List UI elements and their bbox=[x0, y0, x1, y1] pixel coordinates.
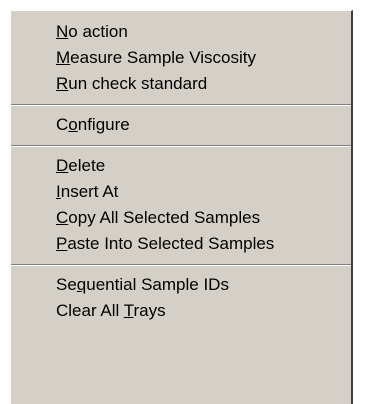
menu-item-mnemonic: P bbox=[56, 234, 68, 253]
menu-item-mnemonic: C bbox=[56, 208, 69, 227]
menu-item-mnemonic: R bbox=[56, 74, 69, 93]
menu-item-text: nsert At bbox=[60, 182, 119, 201]
menu-item-no-action[interactable]: No action bbox=[11, 19, 351, 45]
menu-item-text: opy All Selected Samples bbox=[68, 208, 261, 227]
menu-item-sequential-sample-ids[interactable]: Sequential Sample IDs bbox=[11, 272, 351, 298]
menu-item-text: rays bbox=[133, 301, 166, 320]
menu-item-mnemonic: q bbox=[76, 275, 87, 294]
menu-item-paste-into-selected-samples[interactable]: Paste Into Selected Samples bbox=[11, 231, 351, 257]
context-menu: No action Measure Sample Viscosity Run c… bbox=[10, 10, 353, 404]
menu-item-measure-sample-viscosity[interactable]: Measure Sample Viscosity bbox=[11, 45, 351, 71]
menu-item-text: nfigure bbox=[77, 115, 130, 134]
menu-item-text: easure Sample Viscosity bbox=[70, 48, 257, 67]
menu-group-configure: Configure bbox=[11, 111, 351, 139]
menu-item-delete[interactable]: Delete bbox=[11, 153, 351, 179]
menu-group-trays: Sequential Sample IDs Clear All Trays bbox=[11, 271, 351, 325]
menu-item-mnemonic: o bbox=[68, 115, 78, 134]
menu-item-mnemonic: N bbox=[56, 22, 69, 41]
menu-item-mnemonic: D bbox=[56, 156, 69, 175]
menu-separator bbox=[11, 104, 351, 106]
menu-item-text: C bbox=[56, 115, 69, 134]
menu-item-run-check-standard[interactable]: Run check standard bbox=[11, 71, 351, 97]
menu-item-copy-all-selected-samples[interactable]: Copy All Selected Samples bbox=[11, 205, 351, 231]
menu-item-text: Se bbox=[56, 275, 77, 294]
menu-separator bbox=[11, 145, 351, 147]
menu-item-insert-at[interactable]: Insert At bbox=[11, 179, 351, 205]
menu-item-clear-all-trays[interactable]: Clear All Trays bbox=[11, 298, 351, 324]
menu-item-text: uential Sample IDs bbox=[86, 275, 229, 294]
menu-item-mnemonic: M bbox=[56, 48, 71, 67]
menu-item-configure[interactable]: Configure bbox=[11, 112, 351, 138]
menu-separator bbox=[11, 264, 351, 266]
menu-item-text: un check standard bbox=[68, 74, 208, 93]
menu-item-text: o action bbox=[68, 22, 128, 41]
menu-item-text: elete bbox=[68, 156, 106, 175]
menu-item-text: Clear All bbox=[56, 301, 124, 320]
menu-group-edit: Delete Insert At Copy All Selected Sampl… bbox=[11, 152, 351, 258]
menu-group-actions: No action Measure Sample Viscosity Run c… bbox=[11, 11, 351, 98]
menu-item-text: aste Into Selected Samples bbox=[67, 234, 275, 253]
